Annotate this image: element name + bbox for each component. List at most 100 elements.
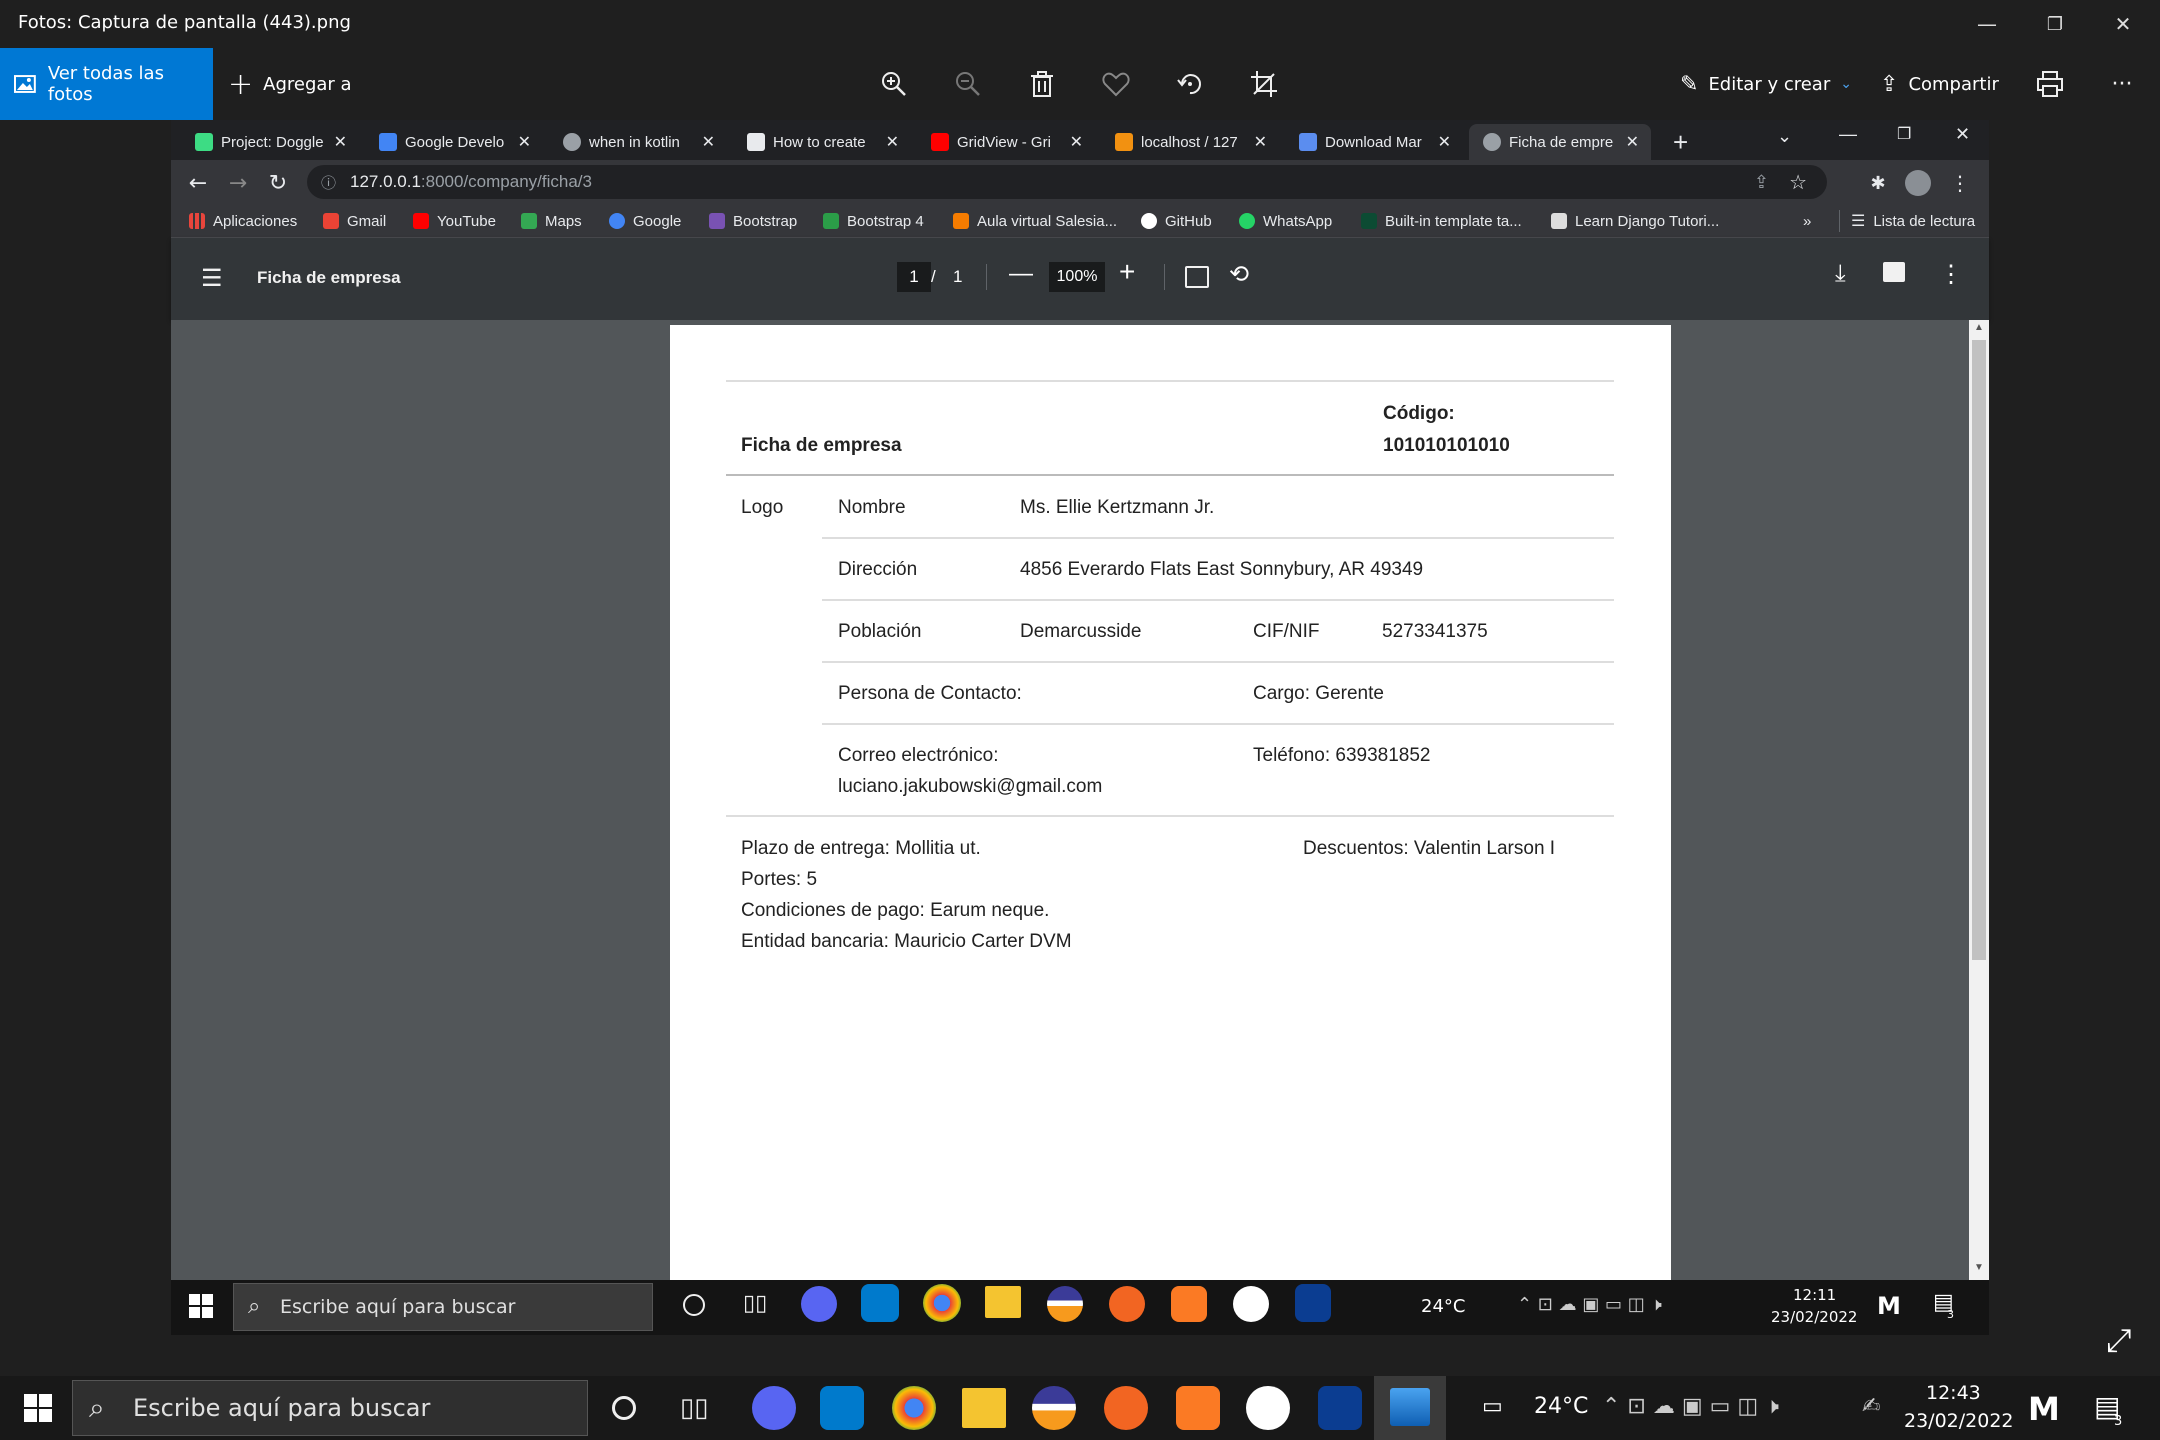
zoom-level-input[interactable]: 100% [1049,262,1105,292]
fullscreen-icon[interactable]: ⤢ [2106,1322,2132,1360]
weather-icon[interactable]: ▭ [1482,1394,1503,1419]
add-to-button[interactable]: + Agregar a [228,48,352,120]
windows-start-icon[interactable] [24,1394,52,1422]
zoom-out-icon[interactable] [946,62,990,106]
reading-list-button[interactable]: ☰ Lista de lectura [1851,210,1975,232]
page-number-input[interactable]: 1 [897,262,931,292]
tab-search-icon[interactable]: ⌄ [1777,126,1792,147]
browser-tab[interactable]: Download Mar ✕ [1285,124,1463,160]
scroll-down-icon[interactable]: ▼ [1974,1262,1984,1273]
browser-tab[interactable]: Project: Doggle ✕ [181,124,359,160]
bookmark-youtube[interactable]: YouTube [413,210,496,232]
share-button[interactable]: ⇪ Compartir [1880,48,1999,120]
zoom-in-icon[interactable]: + [1119,256,1135,288]
file-explorer-icon[interactable] [962,1388,1006,1428]
discord-icon[interactable] [801,1286,837,1322]
windows-start-icon[interactable] [189,1294,213,1318]
profile-avatar[interactable] [1905,170,1931,196]
pdf-more-icon[interactable]: ⋮ [1939,260,1963,289]
taskbar-search-box[interactable]: ⌕ Escribe aquí para buscar [72,1380,588,1436]
bookmark-star-icon[interactable]: ☆ [1789,170,1807,195]
new-tab-button[interactable]: + [1659,124,1699,160]
minimize-button[interactable]: — [1956,0,2018,48]
task-view-icon[interactable]: ▯▯ [680,1392,709,1423]
bookmark-google[interactable]: Google [609,210,681,232]
markdown-icon[interactable] [1318,1386,1362,1430]
eclipse-icon[interactable] [1032,1386,1076,1430]
rotate-icon[interactable]: ⟲ [1229,260,1249,289]
bookmark-bootstrap[interactable]: Bootstrap [709,210,797,232]
print-icon[interactable] [2028,62,2072,106]
xampp-icon[interactable] [1171,1286,1207,1322]
clock-date[interactable]: 23/02/2022 [1904,1410,2014,1432]
m-logo-icon[interactable]: M [1877,1292,1901,1320]
clock-time[interactable]: 12:11 [1793,1286,1836,1304]
delete-icon[interactable] [1020,62,1064,106]
clock-time[interactable]: 12:43 [1926,1382,1981,1404]
close-tab-icon[interactable]: ✕ [886,132,899,152]
bookmark-learn-django[interactable]: Learn Django Tutori... [1551,210,1719,232]
bookmark-bootstrap-4[interactable]: Bootstrap 4 [823,210,924,232]
close-tab-icon[interactable]: ✕ [1070,132,1083,152]
bookmark-apps[interactable]: Aplicaciones [189,210,297,232]
discord-icon[interactable] [752,1386,796,1430]
download-icon[interactable]: ⤓ [1835,260,1846,288]
browser-close-icon[interactable]: ✕ [1955,124,1970,145]
clock-date[interactable]: 23/02/2022 [1771,1308,1857,1326]
rotate-icon[interactable] [1168,62,1212,106]
restore-button[interactable]: ❐ [2024,0,2086,48]
browser-tab-active[interactable]: Ficha de empre ✕ [1469,124,1651,160]
close-tab-icon[interactable]: ✕ [1438,132,1451,152]
address-bar[interactable]: ⓘ 127.0.0.1:8000/company/ficha/3 ⇪ ☆ [307,165,1827,199]
postman-icon[interactable] [1109,1286,1145,1322]
vscode-icon[interactable] [820,1386,864,1430]
browser-minimize-icon[interactable]: — [1839,124,1857,145]
extensions-icon[interactable]: ✱ [1863,168,1893,198]
more-button[interactable]: ··· [2100,62,2144,106]
crop-icon[interactable] [1242,62,1286,106]
cortana-icon[interactable] [612,1396,636,1420]
weather-temp[interactable]: 24°C [1534,1394,1588,1419]
forward-icon[interactable]: → [223,168,253,198]
more-bookmarks-button[interactable]: » [1803,210,1811,232]
m-logo-icon[interactable]: M [2028,1390,2060,1428]
close-tab-icon[interactable]: ✕ [518,132,531,152]
browser-restore-icon[interactable]: ❐ [1897,124,1911,144]
bookmark-github[interactable]: GitHub [1141,210,1212,232]
reload-icon[interactable]: ↻ [263,168,293,198]
tray-icons[interactable]: ⌃ ⊡ ☁ ▣ ▭ ◫ 🕨 [1602,1394,1779,1419]
tray-icons[interactable]: ⌃ ⊡ ☁ ▣ ▭ ◫ 🕨 [1517,1294,1662,1315]
eclipse-icon[interactable] [1047,1286,1083,1322]
file-explorer-icon[interactable] [985,1286,1021,1318]
chrome-menu-icon[interactable]: ⋮ [1945,168,1975,198]
site-info-icon[interactable]: ⓘ [321,172,336,193]
bookmark-whatsapp[interactable]: WhatsApp [1239,210,1332,232]
weather-temp[interactable]: 24°C [1421,1296,1465,1317]
webstorm-icon[interactable] [1246,1386,1290,1430]
scroll-up-icon[interactable]: ▲ [1974,322,1984,333]
scrollbar-thumb[interactable] [1972,340,1986,960]
close-button[interactable]: ✕ [2092,0,2154,48]
close-tab-icon[interactable]: ✕ [1254,132,1267,152]
browser-tab[interactable]: Google Develo ✕ [365,124,543,160]
close-tab-icon[interactable]: ✕ [702,132,715,152]
browser-tab[interactable]: when in kotlin ✕ [549,124,727,160]
fit-page-icon[interactable] [1185,266,1209,288]
zoom-in-icon[interactable] [872,62,916,106]
close-tab-icon[interactable]: ✕ [334,132,347,152]
pen-icon[interactable]: ✍ [1862,1394,1880,1419]
bookmark-aula-virtual[interactable]: Aula virtual Salesia... [953,210,1117,232]
embedded-search-box[interactable]: ⌕ Escribe aquí para buscar [233,1283,653,1331]
browser-tab[interactable]: GridView - Gri ✕ [917,124,1095,160]
bookmark-maps[interactable]: Maps [521,210,582,232]
browser-tab[interactable]: localhost / 127 ✕ [1101,124,1279,160]
cortana-icon[interactable] [683,1294,705,1316]
bookmark-gmail[interactable]: Gmail [323,210,386,232]
favorite-icon[interactable] [1094,62,1138,106]
xampp-icon[interactable] [1176,1386,1220,1430]
zoom-out-icon[interactable]: — [1009,260,1033,288]
print-icon[interactable] [1883,262,1905,282]
task-view-icon[interactable]: ▯▯ [743,1290,767,1316]
back-icon[interactable]: ← [183,168,213,198]
bookmark-django-templates[interactable]: Built-in template ta... [1361,210,1522,232]
